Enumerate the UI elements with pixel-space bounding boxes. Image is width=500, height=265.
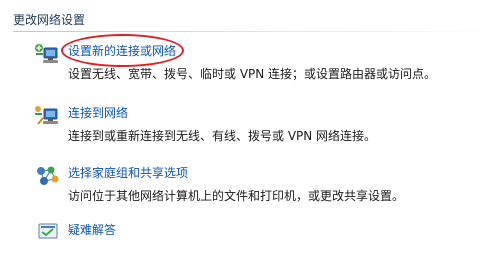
connect-to-network-link[interactable]: 连接到网络: [68, 104, 128, 121]
troubleshoot-link[interactable]: 疑难解答: [68, 221, 116, 238]
homegroup-sharing-description: 访问位于其他网络计算机上的文件和打印机，或更改共享设置。: [68, 189, 405, 203]
section-title: 更改网络设置: [13, 13, 86, 27]
task-connect-network: 连接到网络 连接到或重新连接到无线、有线、拨号或 VPN 网络连接。: [0, 100, 500, 148]
homegroup-icon: [34, 164, 60, 188]
task-troubleshoot: 疑难解答: [0, 217, 500, 265]
section-divider: [13, 31, 494, 32]
homegroup-sharing-link[interactable]: 选择家庭组和共享选项: [68, 164, 188, 181]
connect-network-icon: [34, 104, 60, 128]
connect-to-network-description: 连接到或重新连接到无线、有线、拨号或 VPN 网络连接。: [68, 129, 377, 143]
setup-new-connection-link[interactable]: 设置新的连接或网络: [68, 42, 176, 59]
new-connection-icon: [34, 42, 60, 66]
task-homegroup: 选择家庭组和共享选项 访问位于其他网络计算机上的文件和打印机，或更改共享设置。: [0, 160, 500, 208]
task-new-connection: 设置新的连接或网络 设置无线、宽带、拨号、临时或 VPN 连接；或设置路由器或访…: [0, 38, 500, 86]
troubleshoot-icon: [34, 221, 60, 245]
setup-new-connection-description: 设置无线、宽带、拨号、临时或 VPN 连接；或设置路由器或访问点。: [68, 67, 437, 81]
